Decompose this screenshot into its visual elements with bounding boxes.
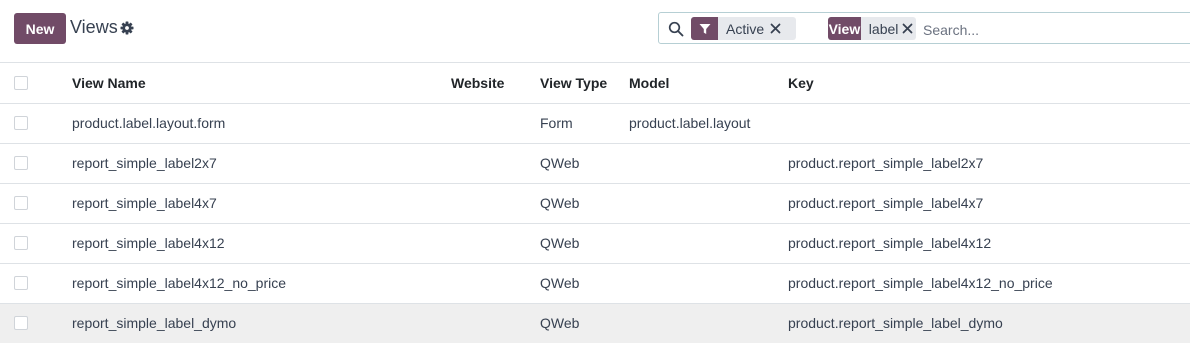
search-icon[interactable] [668, 21, 684, 37]
page-title: Views [70, 17, 118, 37]
facet-value: label [868, 20, 899, 37]
column-header-view-type[interactable]: View Type [540, 63, 629, 104]
close-icon[interactable] [898, 17, 916, 40]
row-select-cell [0, 303, 42, 343]
cell-website[interactable] [451, 103, 540, 143]
row-select-cell [0, 183, 42, 223]
close-icon[interactable] [764, 17, 786, 40]
table-row[interactable]: report_simple_label4x12 QWeb product.repor… [0, 223, 1190, 263]
facet-label: View [828, 17, 861, 40]
cell-model[interactable] [629, 223, 788, 263]
column-header-model[interactable]: Model [629, 63, 788, 104]
column-header-website[interactable]: Website [451, 63, 540, 104]
cell-website[interactable] [451, 183, 540, 223]
row-select-cell [0, 223, 42, 263]
table-row[interactable]: product.label.layout.form Form product.lab… [0, 103, 1190, 143]
search-facet-view: View label [828, 17, 916, 40]
handle-header [42, 63, 72, 104]
cell-view-type[interactable]: QWeb [540, 143, 629, 183]
cell-key[interactable]: product.report_simple_label4x12_no_price [788, 263, 1190, 303]
table-row[interactable]: report_simple_label2x7 QWeb product.report… [0, 143, 1190, 183]
new-button[interactable]: New [14, 13, 66, 44]
cell-key[interactable]: product.report_simple_label4x12 [788, 223, 1190, 263]
row-handle-cell [42, 143, 72, 183]
row-handle-cell [42, 103, 72, 143]
cell-view-type[interactable]: QWeb [540, 183, 629, 223]
search-input[interactable] [921, 18, 1190, 42]
row-checkbox[interactable] [14, 276, 28, 290]
table-row[interactable]: report_simple_label4x12_no_price QWeb prod… [0, 263, 1190, 303]
search-bar[interactable]: Active View label [658, 12, 1190, 44]
control-panel: New Views Active View label Search... [0, 0, 1190, 63]
row-handle-cell [42, 183, 72, 223]
cell-view-name[interactable]: report_simple_label4x12 [72, 223, 451, 263]
cell-key[interactable]: product.report_simple_label4x7 [788, 183, 1190, 223]
filter-icon [691, 17, 718, 40]
cell-view-type[interactable]: QWeb [540, 303, 629, 343]
select-all-checkbox[interactable] [14, 75, 28, 90]
row-checkbox[interactable] [14, 316, 28, 331]
row-handle-cell [42, 303, 72, 343]
cell-view-type[interactable]: QWeb [540, 223, 629, 263]
cell-key[interactable]: product.report_simple_label2x7 [788, 143, 1190, 183]
row-checkbox[interactable] [14, 236, 28, 250]
row-handle-cell [42, 263, 72, 303]
cell-view-name[interactable]: product.label.layout.form [72, 103, 451, 143]
row-select-cell [0, 103, 42, 143]
cell-model[interactable] [629, 263, 788, 303]
row-checkbox[interactable] [14, 116, 28, 130]
cell-website[interactable] [451, 223, 540, 263]
cell-view-name[interactable]: report_simple_label4x12_no_price [72, 263, 451, 303]
search-facet-filter: Active [691, 17, 796, 40]
row-select-cell [0, 263, 42, 303]
cell-key[interactable] [788, 103, 1190, 143]
cell-view-name[interactable]: report_simple_label4x7 [72, 183, 451, 223]
cell-view-name[interactable]: report_simple_label_dymo [72, 303, 451, 343]
cell-model[interactable] [629, 303, 788, 343]
table-row[interactable]: report_simple_label_dymo QWeb product.repo… [0, 303, 1190, 343]
views-table: View Name Website View Type Model Key pr… [0, 63, 1190, 343]
gear-icon[interactable] [120, 21, 134, 35]
select-all-cell [0, 63, 42, 104]
facet-value: Active [726, 20, 765, 37]
cell-model[interactable] [629, 183, 788, 223]
column-header-key[interactable]: Key [788, 63, 1190, 104]
row-checkbox[interactable] [14, 156, 28, 170]
cell-view-type[interactable]: Form [540, 103, 629, 143]
cell-key[interactable]: product.report_simple_label_dymo [788, 303, 1190, 343]
cell-view-type[interactable]: QWeb [540, 263, 629, 303]
cell-website[interactable] [451, 303, 540, 343]
row-checkbox[interactable] [14, 196, 28, 210]
row-select-cell [0, 143, 42, 183]
table-row[interactable]: report_simple_label4x7 QWeb product.report… [0, 183, 1190, 223]
cell-view-name[interactable]: report_simple_label2x7 [72, 143, 451, 183]
column-header-view-name[interactable]: View Name [72, 63, 451, 104]
table-header: View Name Website View Type Model Key [0, 63, 1190, 104]
cell-model[interactable]: product.label.layout [629, 103, 788, 143]
table-body: product.label.layout.form Form product.lab… [0, 103, 1190, 343]
row-handle-cell [42, 223, 72, 263]
cell-website[interactable] [451, 143, 540, 183]
cell-website[interactable] [451, 263, 540, 303]
cell-model[interactable] [629, 143, 788, 183]
